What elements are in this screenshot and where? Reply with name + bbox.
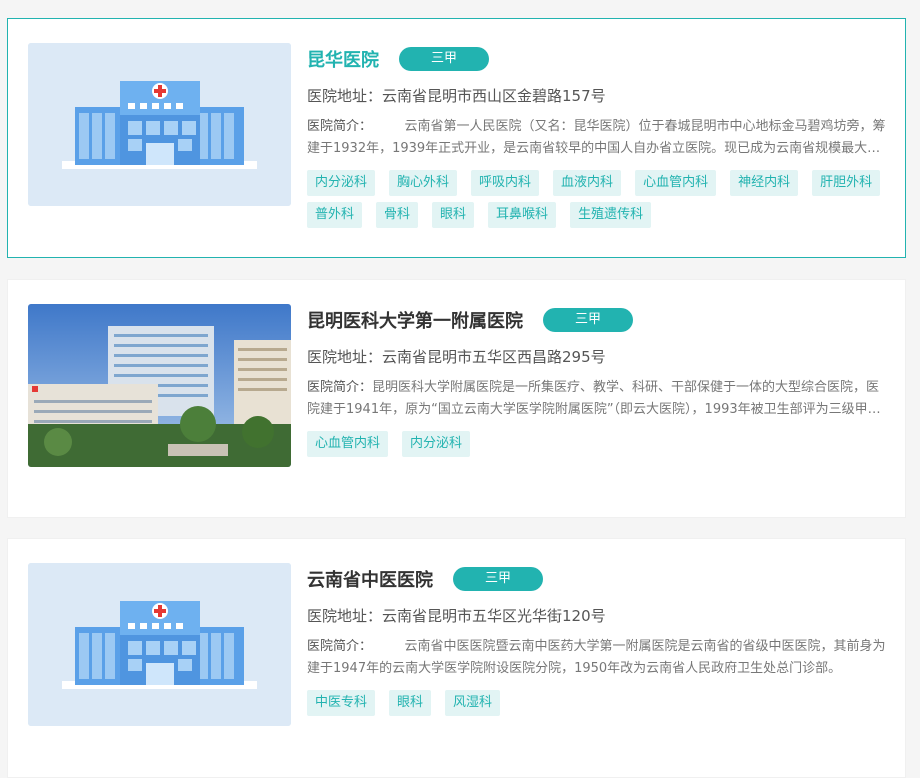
department-tag[interactable]: 胸心外科 bbox=[389, 170, 458, 196]
hospital-photo bbox=[28, 304, 291, 467]
hospital-intro: 医院简介： 云南省中医医院暨云南中医药大学第一附属医院是云南省的省级中医医院，其… bbox=[307, 636, 887, 680]
department-tag[interactable]: 骨科 bbox=[376, 202, 419, 228]
hospital-address: 医院地址：云南省昆明市五华区光华街120号 bbox=[307, 607, 606, 625]
intro-label: 医院简介： bbox=[307, 119, 366, 134]
department-tag[interactable]: 内分泌科 bbox=[307, 170, 376, 196]
department-tag[interactable]: 普外科 bbox=[307, 202, 363, 228]
hospital-level-badge: 三甲 bbox=[543, 308, 633, 332]
department-tag[interactable]: 肝胆外科 bbox=[812, 170, 881, 196]
hospital-image[interactable] bbox=[28, 563, 291, 726]
department-tag[interactable]: 内分泌科 bbox=[402, 431, 471, 457]
department-tags: 心血管内科 内分泌科 bbox=[307, 431, 887, 457]
department-tag[interactable]: 心血管内科 bbox=[307, 431, 389, 457]
hospital-intro: 医院简介：昆明医科大学附属医院是一所集医疗、教学、科研、干部保健于一体的大型综合… bbox=[307, 377, 887, 421]
hospital-card[interactable]: 云南省中医医院 三甲 医院地址：云南省昆明市五华区光华街120号 医院简介： 云… bbox=[7, 538, 906, 778]
department-tag[interactable]: 中医专科 bbox=[307, 690, 376, 716]
intro-label: 医院简介： bbox=[307, 380, 373, 395]
department-tag[interactable]: 风湿科 bbox=[445, 690, 501, 716]
department-tag[interactable]: 呼吸内科 bbox=[471, 170, 540, 196]
hospital-image[interactable] bbox=[28, 43, 291, 206]
intro-text: 昆明医科大学附属医院是一所集医疗、教学、科研、干部保健于一体的大型综合医院，医院… bbox=[307, 380, 881, 417]
hospital-address: 医院地址：云南省昆明市五华区西昌路295号 bbox=[307, 348, 606, 366]
department-tag[interactable]: 血液内科 bbox=[553, 170, 622, 196]
intro-text: 云南省第一人民医院（又名：昆华医院）位于春城昆明市中心地标金马碧鸡坊旁，筹建于1… bbox=[307, 119, 886, 156]
department-tag[interactable]: 神经内科 bbox=[730, 170, 799, 196]
hospital-card[interactable]: 昆明医科大学第一附属医院 三甲 医院地址：云南省昆明市五华区西昌路295号 医院… bbox=[7, 279, 906, 518]
hospital-name[interactable]: 昆明医科大学第一附属医院 bbox=[307, 307, 523, 333]
hospital-card[interactable]: 昆华医院 三甲 医院地址：云南省昆明市西山区金碧路157号 医院简介： 云南省第… bbox=[7, 18, 906, 258]
hospital-level-badge: 三甲 bbox=[399, 47, 489, 71]
department-tag[interactable]: 眼科 bbox=[389, 690, 432, 716]
department-tags: 内分泌科 胸心外科 呼吸内科 血液内科 心血管内科 神经内科 肝胆外科 普外科 … bbox=[307, 170, 887, 228]
hospital-name[interactable]: 云南省中医医院 bbox=[307, 566, 433, 592]
intro-text: 云南省中医医院暨云南中医药大学第一附属医院是云南省的省级中医医院，其前身为建于1… bbox=[307, 639, 886, 676]
hospital-name[interactable]: 昆华医院 bbox=[307, 46, 379, 72]
hospital-building-icon bbox=[28, 43, 291, 206]
department-tags: 中医专科 眼科 风湿科 bbox=[307, 690, 887, 716]
hospital-intro: 医院简介： 云南省第一人民医院（又名：昆华医院）位于春城昆明市中心地标金马碧鸡坊… bbox=[307, 116, 887, 160]
department-tag[interactable]: 耳鼻喉科 bbox=[488, 202, 557, 228]
intro-label: 医院简介： bbox=[307, 639, 366, 654]
department-tag[interactable]: 生殖遗传科 bbox=[570, 202, 652, 228]
department-tag[interactable]: 眼科 bbox=[432, 202, 475, 228]
hospital-level-badge: 三甲 bbox=[453, 567, 543, 591]
hospital-address: 医院地址：云南省昆明市西山区金碧路157号 bbox=[307, 87, 606, 105]
hospital-image[interactable] bbox=[28, 304, 291, 467]
department-tag[interactable]: 心血管内科 bbox=[635, 170, 717, 196]
hospital-building-icon bbox=[28, 563, 291, 726]
